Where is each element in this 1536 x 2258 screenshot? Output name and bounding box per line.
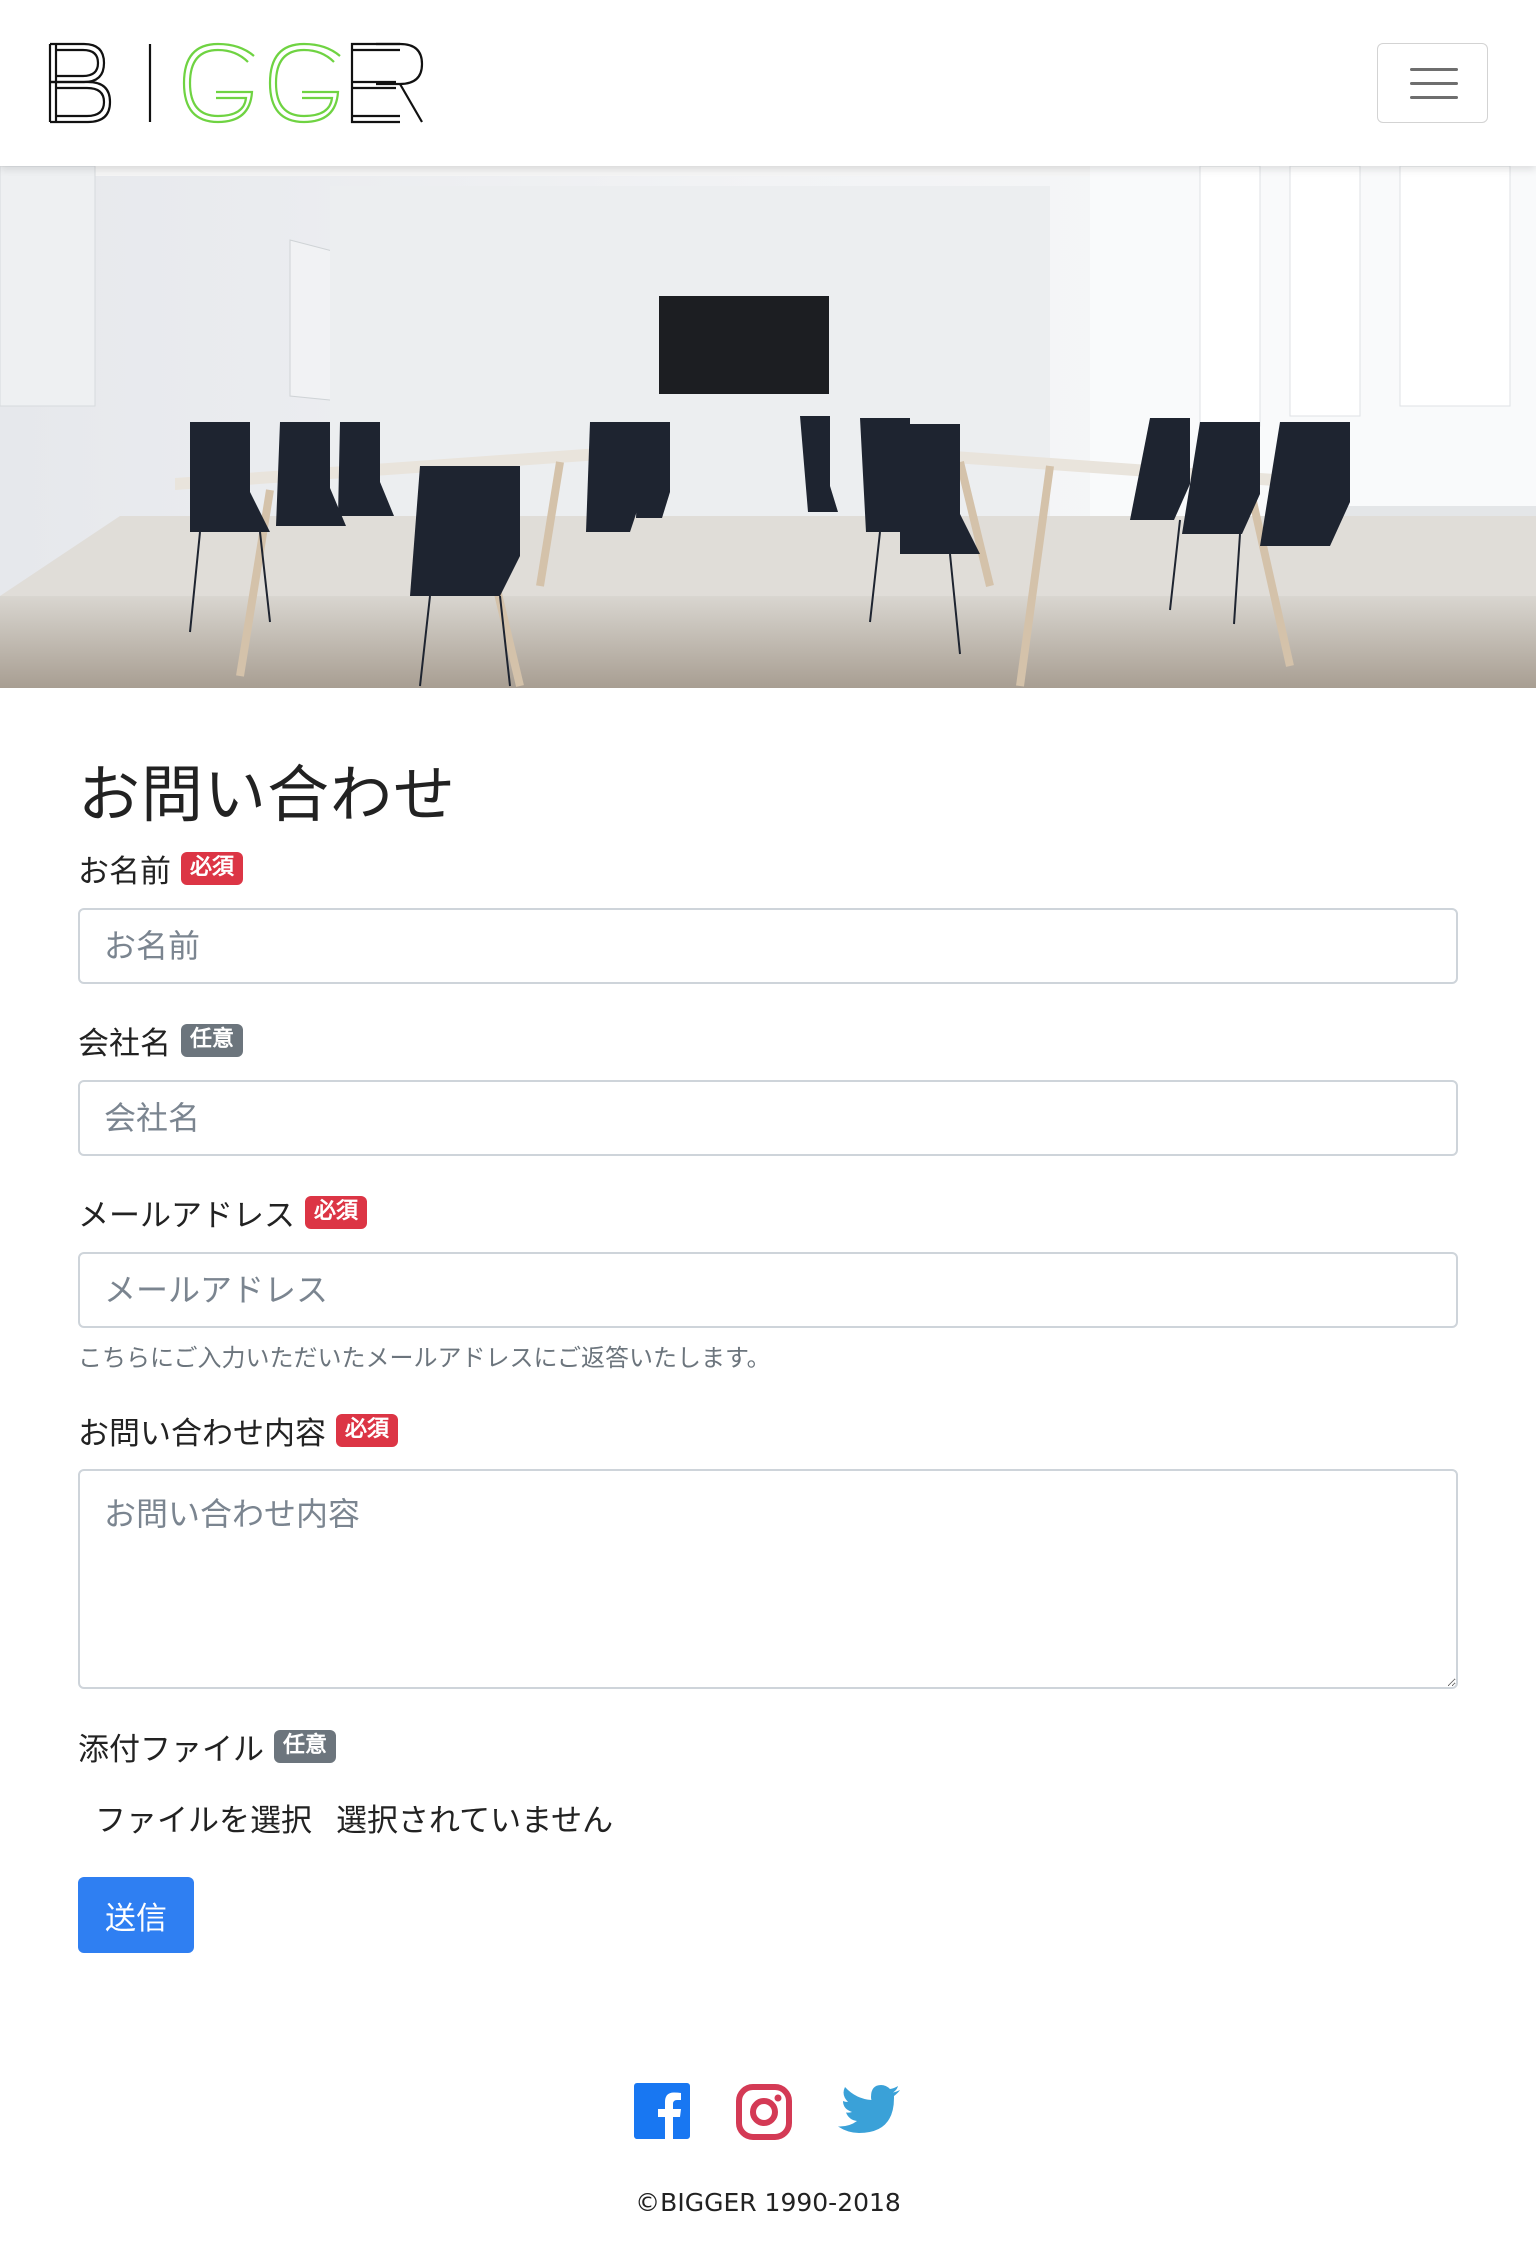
message-textarea[interactable] xyxy=(78,1469,1458,1689)
email-input[interactable] xyxy=(78,1252,1458,1328)
menu-toggle-button[interactable] xyxy=(1377,43,1488,123)
attachment-label-text: 添付ファイル xyxy=(78,1732,264,1768)
logo-letter-r xyxy=(376,42,424,123)
required-badge: 必須 xyxy=(181,852,244,885)
optional-badge: 任意 xyxy=(181,1024,244,1057)
required-badge: 必須 xyxy=(305,1196,368,1229)
name-label: お名前 必須 xyxy=(78,846,244,891)
instagram-icon[interactable] xyxy=(735,2083,795,2143)
logo-letter-g2 xyxy=(268,42,341,124)
file-status-text: 選択されていません xyxy=(336,1803,614,1839)
meeting-room-illustration xyxy=(0,166,1536,688)
name-label-text: お名前 xyxy=(78,854,171,890)
hero-image xyxy=(0,166,1536,688)
attachment-label: 添付ファイル 任意 xyxy=(78,1724,337,1769)
company-label: 会社名 任意 xyxy=(78,1018,244,1063)
required-badge: 必須 xyxy=(336,1414,399,1447)
file-input: ファイルを選択 選択されていません xyxy=(95,1795,613,1840)
logo-letter-b xyxy=(48,42,112,124)
message-label-text: お問い合わせ内容 xyxy=(78,1416,326,1452)
email-label: メールアドレス 必須 xyxy=(78,1190,368,1235)
email-help-text: こちらにご入力いただいたメールアドレスにご返答いたします。 xyxy=(78,1344,771,1372)
message-label: お問い合わせ内容 必須 xyxy=(78,1408,399,1453)
email-label-text: メールアドレス xyxy=(78,1198,295,1234)
company-label-text: 会社名 xyxy=(78,1026,171,1062)
hamburger-icon xyxy=(1410,68,1458,71)
name-input[interactable] xyxy=(78,908,1458,984)
choose-file-button[interactable]: ファイルを選択 xyxy=(95,1795,312,1840)
submit-button[interactable]: 送信 xyxy=(78,1877,194,1953)
page-title: お問い合わせ xyxy=(78,758,457,831)
copyright-text: ©BIGGER 1990-2018 xyxy=(635,2188,901,2217)
twitter-icon[interactable] xyxy=(836,2083,900,2143)
optional-badge: 任意 xyxy=(274,1730,337,1763)
facebook-icon[interactable] xyxy=(634,2083,694,2143)
company-input[interactable] xyxy=(78,1080,1458,1156)
logo-letter-g1 xyxy=(182,42,255,124)
bigger-logo[interactable] xyxy=(46,40,424,126)
navbar xyxy=(0,0,1536,166)
